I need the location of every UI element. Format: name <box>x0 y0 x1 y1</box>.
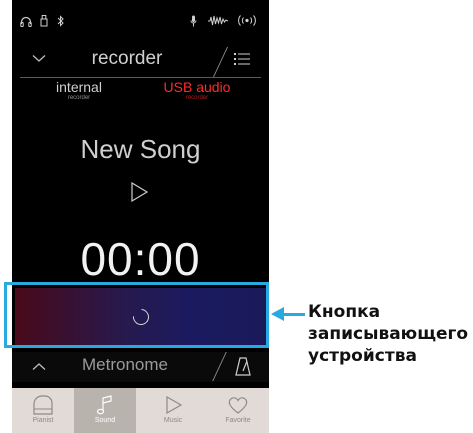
recorder-header: recorder <box>12 44 269 78</box>
metronome-title: Metronome <box>82 355 168 374</box>
recorder-source-selector: internal recorder USB audio recorder <box>12 80 269 110</box>
play-icon[interactable] <box>126 180 152 204</box>
bottom-tab-bar: Pianist Sound Music Favorite <box>12 388 269 433</box>
metronome-divider <box>212 352 227 381</box>
tab-pianist[interactable]: Pianist <box>12 388 74 433</box>
callout-line-1: Кнопка <box>308 302 381 322</box>
piano-icon <box>33 395 53 415</box>
audio-waveform-icon <box>208 15 228 26</box>
source-usb-audio[interactable]: USB audio recorder <box>152 80 242 102</box>
usb-icon <box>40 15 48 27</box>
play-icon <box>166 395 183 415</box>
heart-icon <box>228 397 248 414</box>
source-internal[interactable]: internal recorder <box>44 80 114 102</box>
tab-favorite[interactable]: Favorite <box>207 388 269 433</box>
source-usb-audio-label: USB audio <box>163 79 231 95</box>
chevron-up-icon[interactable] <box>32 362 46 371</box>
callout-line <box>283 313 305 316</box>
recording-time: 00:00 <box>80 233 201 285</box>
callout-label: Кнопка записывающего устройства <box>308 301 473 367</box>
tab-favorite-label: Favorite <box>225 417 251 424</box>
tab-sound[interactable]: Sound <box>74 388 136 433</box>
song-title: New Song <box>80 134 201 164</box>
music-note-icon <box>96 395 112 415</box>
tab-music[interactable]: Music <box>142 388 204 433</box>
metronome-bar: Metronome <box>12 352 269 382</box>
source-usb-audio-sublabel: recorder <box>185 95 209 101</box>
bluetooth-icon <box>57 15 64 27</box>
tab-music-label: Music <box>163 417 183 424</box>
app-screen: recorder internal recorder USB audio rec… <box>12 0 269 433</box>
source-internal-label: internal <box>56 79 102 95</box>
tab-sound-label: Sound <box>94 417 116 424</box>
wireless-icon <box>238 15 256 26</box>
header-underline <box>20 77 261 78</box>
callout-line-2: записывающего <box>308 324 469 344</box>
status-bar <box>12 0 269 40</box>
record-button-highlight <box>4 282 269 348</box>
callout-line-3: устройства <box>308 346 417 366</box>
microphone-icon <box>190 15 197 27</box>
source-internal-sublabel: recorder <box>67 95 91 101</box>
headphones-icon <box>20 16 32 27</box>
recorder-title: recorder <box>91 48 163 69</box>
metronome-icon[interactable] <box>235 357 251 376</box>
list-icon[interactable] <box>234 52 250 66</box>
tab-pianist-label: Pianist <box>32 417 54 424</box>
